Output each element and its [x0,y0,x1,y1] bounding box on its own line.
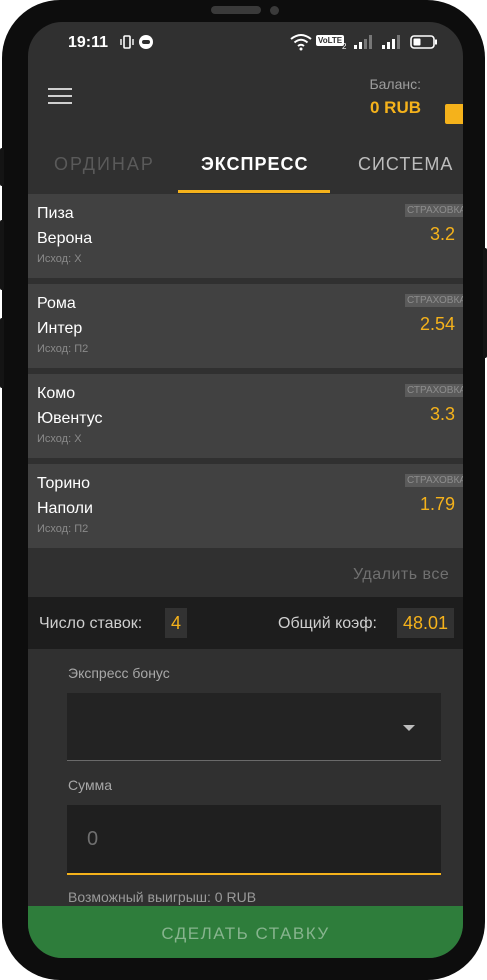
bet-outcome: Исход: П2 [37,343,89,355]
screen: 19:11 VoLTE 2 Баланс: 0 RUB ОРДИНАР ЭКСП… [28,22,463,958]
bets-count-label: Число ставок: [39,615,143,632]
app-header: Баланс: 0 RUB [28,66,463,152]
bet-card[interactable]: Рома Интер Исход: П2 СТРАХОВКА 2.54 [28,284,463,368]
dropdown-arrow-icon [403,725,415,731]
team-home: Пиза [37,205,74,222]
bet-outcome: Исход: X [37,433,82,445]
vibrate-icon [120,35,134,49]
team-home: Рома [37,295,76,312]
team-home: Комо [37,385,76,402]
tab-system[interactable]: СИСТЕМА [358,154,453,175]
bet-coefficient: 3.2 [429,224,455,244]
signal-icon [382,35,400,49]
bet-outcome: Исход: П2 [37,523,89,535]
amount-label: Сумма [68,777,112,793]
possible-win: Возможный выигрыш: 0 RUB [68,889,257,905]
bet-coefficient: 2.54 [419,314,455,334]
bet-type-tabs: ОРДИНАР ЭКСПРЕСС СИСТЕМА [28,148,463,194]
balance-label: Баланс: [369,76,421,92]
make-bet-button[interactable]: СДЕЛАТЬ СТАВКУ [28,906,463,958]
express-bonus-label: Экспресс бонус [68,665,170,681]
speaker-grille [211,6,261,14]
signal-icon [354,35,372,49]
bet-outcome: Исход: X [37,253,82,265]
insurance-button[interactable]: СТРАХОВКА [405,204,463,217]
team-away: Верона [37,230,93,247]
bet-card[interactable]: Комо Ювентус Исход: X СТРАХОВКА 3.3 [28,374,463,458]
bet-coefficient: 3.3 [429,404,455,424]
insurance-button[interactable]: СТРАХОВКА [405,384,463,397]
volte-icon: VoLTE [316,35,345,46]
menu-icon[interactable] [48,88,76,112]
bets-count-value: 4 [165,608,188,638]
team-away: Наполи [37,500,93,517]
battery-icon [410,35,437,49]
team-away: Интер [37,320,83,337]
amount-input[interactable] [67,805,441,875]
tab-express[interactable]: ЭКСПРЕСС [201,154,309,175]
volume-down-button [0,318,4,388]
wallet-icon[interactable] [445,104,463,124]
insurance-button[interactable]: СТРАХОВКА [405,474,463,487]
total-coef-value: 48.01 [397,608,455,638]
status-time: 19:11 [68,34,109,51]
app-notification-icon [139,35,153,49]
power-button [483,248,487,358]
tab-single[interactable]: ОРДИНАР [54,154,155,175]
total-coef-label: Общий коэф: [278,615,377,632]
insurance-button[interactable]: СТРАХОВКА [405,294,463,307]
active-tab-indicator [178,190,330,193]
phone-frame: 19:11 VoLTE 2 Баланс: 0 RUB ОРДИНАР ЭКСП… [0,0,487,980]
bet-summary: Число ставок: 4 Общий коэф: 48.01 [28,597,463,649]
sim-index: 2 [342,42,347,51]
team-away: Ювентус [37,410,103,427]
front-camera [270,6,279,15]
express-bonus-select[interactable] [67,693,441,761]
side-button [0,148,4,186]
status-bar: 19:11 VoLTE 2 [28,22,463,66]
wifi-icon [290,34,312,51]
balance-value: 0 RUB [369,98,421,117]
bet-coefficient: 1.79 [419,494,455,514]
bet-card[interactable]: Торино Наполи Исход: П2 СТРАХОВКА 1.79 [28,464,463,548]
delete-all-button[interactable]: Удалить все [353,566,449,584]
team-home: Торино [37,475,90,492]
volume-up-button [0,220,4,290]
bet-card[interactable]: Пиза Верона Исход: X СТРАХОВКА 3.2 [28,194,463,278]
